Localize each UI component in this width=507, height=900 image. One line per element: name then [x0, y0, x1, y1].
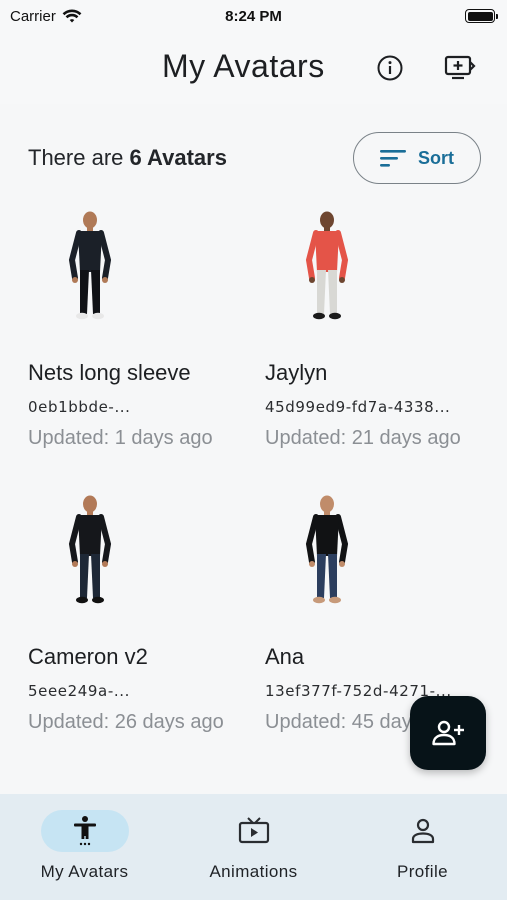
avatar-name: Nets long sleeve	[28, 360, 191, 385]
avatar-left-leg	[317, 554, 326, 598]
sort-button[interactable]: Sort	[353, 132, 481, 184]
avatar-right-shoe	[329, 596, 341, 604]
avatar-right-arm	[335, 230, 349, 281]
wifi-icon	[62, 8, 82, 22]
avatar-left-hand	[309, 561, 315, 567]
avatar-left-hand	[72, 277, 78, 283]
app-header: My Avatars	[0, 32, 507, 104]
status-left: Carrier	[10, 8, 82, 25]
avatar-right-arm	[335, 514, 349, 565]
avatar-updated: Updated: 26 days ago	[28, 711, 224, 733]
nav-label: Animations	[209, 862, 298, 881]
avatar-id: 0eb1bbde-...	[28, 398, 131, 416]
avatar-name: Ana	[265, 644, 305, 669]
battery-icon	[465, 9, 498, 23]
add-to-screen-icon	[444, 55, 476, 80]
avatar-left-shoe	[313, 312, 325, 320]
avatar-left-shoe	[76, 596, 88, 604]
avatar-torso	[315, 231, 339, 272]
avatar-figure-image	[68, 495, 112, 604]
avatar-figure-image	[305, 211, 349, 320]
nav-item-profile[interactable]: Profile	[338, 794, 507, 900]
info-button[interactable]	[372, 50, 408, 86]
avatar-thumbnail[interactable]	[265, 204, 485, 344]
avatar-left-shoe	[313, 596, 325, 604]
avatar-thumbnail[interactable]	[28, 204, 248, 344]
avatar-count-value: 6 Avatars	[129, 145, 227, 170]
avatar-right-leg	[328, 554, 337, 598]
avatar-torso	[78, 231, 102, 272]
avatar-torso	[78, 515, 102, 556]
avatar-count-prefix: There are	[28, 145, 130, 170]
avatar-right-arm	[98, 230, 112, 281]
avatar-count-text: There are 6 Avatars	[28, 145, 227, 171]
avatar-right-shoe	[329, 312, 341, 320]
avatar-right-leg	[328, 270, 337, 314]
avatar-left-arm	[68, 230, 82, 281]
nav-label: Profile	[397, 862, 448, 881]
avatar-card[interactable]: Jaylyn 45d99ed9-fd7a-4338... Updated: 21…	[265, 204, 485, 449]
avatar-left-arm	[305, 230, 319, 281]
avatar-left-shoe	[76, 312, 88, 320]
nav-item-animations[interactable]: Animations	[169, 794, 338, 900]
person-standing-icon	[73, 816, 96, 846]
avatar-card[interactable]: Cameron v2 5eee249a-... Updated: 26 days…	[28, 488, 248, 733]
avatar-list-area[interactable]: There are 6 Avatars Sort Nets long sleev…	[0, 104, 507, 794]
avatar-right-leg	[91, 554, 100, 598]
avatar-thumbnail[interactable]	[28, 488, 248, 628]
avatar-left-hand	[309, 277, 315, 283]
add-to-screen-button[interactable]	[442, 50, 478, 86]
avatar-card[interactable]: Ana 13ef377f-752d-4271-... Updated: 45 d…	[265, 488, 485, 733]
avatar-left-arm	[305, 514, 319, 565]
avatar-name: Cameron v2	[28, 644, 148, 669]
avatar-right-hand	[339, 561, 345, 567]
sort-icon	[380, 150, 406, 167]
avatar-left-leg	[317, 270, 326, 314]
nav-pill	[210, 810, 298, 852]
person-outline-icon	[411, 818, 434, 844]
sort-label: Sort	[418, 147, 454, 168]
add-person-icon	[432, 720, 464, 746]
avatar-right-hand	[102, 561, 108, 567]
avatar-left-leg	[80, 270, 89, 314]
battery-fill	[467, 11, 493, 21]
page-title: My Avatars	[162, 48, 325, 84]
avatar-head	[83, 495, 97, 513]
avatar-right-hand	[339, 277, 345, 283]
avatar-id: 45d99ed9-fd7a-4338...	[265, 398, 451, 416]
avatar-figure-image	[68, 211, 112, 320]
avatar-updated: Updated: 1 days ago	[28, 427, 213, 449]
nav-pill	[379, 810, 467, 852]
status-bar: Carrier 8:24 PM	[0, 0, 507, 32]
avatar-left-leg	[80, 554, 89, 598]
avatar-torso	[315, 515, 339, 556]
avatar-head	[83, 211, 97, 229]
avatar-right-arm	[98, 514, 112, 565]
add-avatar-fab[interactable]	[410, 696, 486, 770]
nav-active-indicator	[40, 810, 129, 852]
bottom-navigation: My Avatars Animations Profile	[0, 794, 507, 900]
avatar-head	[320, 211, 334, 229]
nav-label: My Avatars	[40, 862, 129, 881]
avatar-figure-image	[305, 495, 349, 604]
nav-item-my-avatars[interactable]: My Avatars	[0, 794, 169, 900]
tv-play-icon	[238, 817, 269, 844]
avatar-thumbnail[interactable]	[265, 488, 485, 628]
info-icon	[377, 55, 403, 81]
avatar-head	[320, 495, 334, 513]
avatar-right-hand	[102, 277, 108, 283]
avatar-right-shoe	[92, 312, 104, 320]
carrier-label: Carrier	[10, 7, 56, 25]
avatar-id: 5eee249a-...	[28, 682, 130, 700]
summary-row: There are 6 Avatars Sort	[28, 130, 481, 186]
avatar-right-shoe	[92, 596, 104, 604]
avatar-right-leg	[91, 270, 100, 314]
avatar-name: Jaylyn	[265, 360, 328, 385]
avatar-updated: Updated: 21 days ago	[265, 427, 461, 449]
avatar-left-arm	[68, 514, 82, 565]
avatar-card[interactable]: Nets long sleeve 0eb1bbde-... Updated: 1…	[28, 204, 248, 449]
avatar-left-hand	[72, 561, 78, 567]
